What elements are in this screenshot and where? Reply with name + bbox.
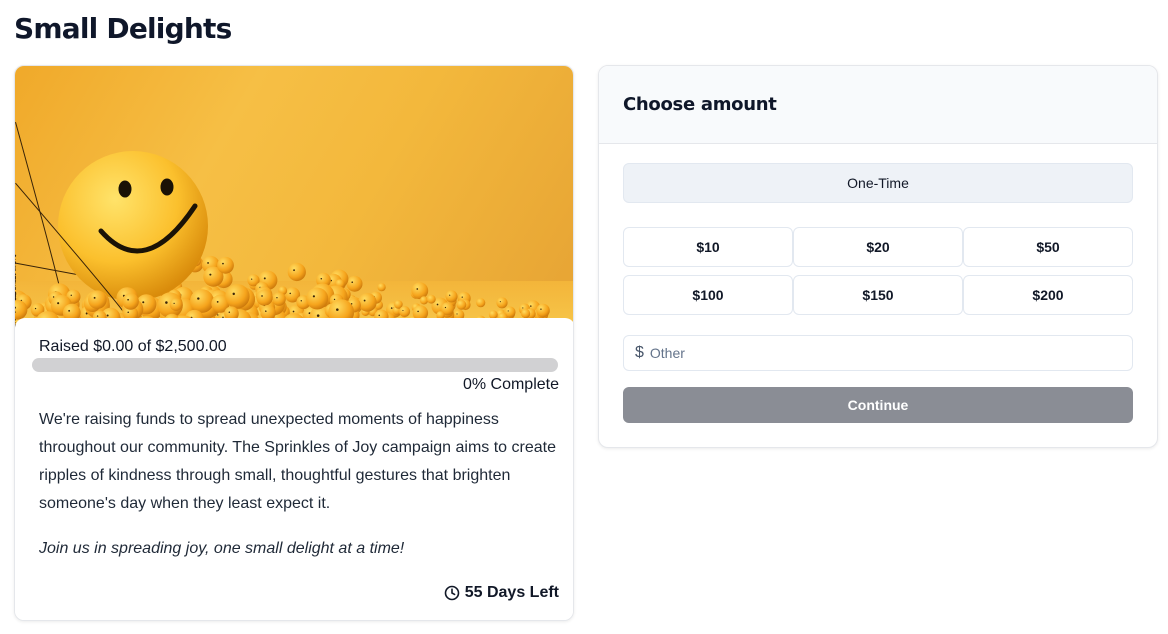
smiley-face-balls-image — [15, 122, 573, 328]
amount-button-20[interactable]: $20 — [793, 227, 963, 267]
days-left-label: 55 Days Left — [464, 584, 559, 601]
amount-button-200[interactable]: $200 — [963, 275, 1133, 315]
amount-button-100[interactable]: $100 — [623, 275, 793, 315]
other-amount-field[interactable]: $ — [623, 335, 1133, 371]
raised-amount: Raised $0.00 of $2,500.00 — [39, 338, 227, 355]
progress-bar — [32, 358, 558, 372]
amount-options: $10 $20 $50 $100 $150 $200 — [623, 227, 1133, 315]
campaign-description: We're raising funds to spread unexpected… — [39, 411, 556, 512]
campaign-tagline: Join us in spreading joy, one small deli… — [39, 540, 405, 557]
panel-header: Choose amount — [599, 66, 1157, 144]
days-left: 55 Days Left — [444, 584, 559, 602]
one-time-tab[interactable]: One-Time — [623, 163, 1133, 203]
campaign-image — [15, 66, 573, 328]
dollar-sign: $ — [635, 344, 644, 361]
page-title: Small Delights — [14, 12, 232, 45]
choose-amount-title: Choose amount — [623, 94, 777, 115]
donation-panel: Choose amount One-Time $10 $20 $50 $100 … — [598, 65, 1158, 448]
percent-complete: 0% Complete — [462, 376, 559, 393]
other-amount-input[interactable] — [649, 345, 1110, 361]
campaign-card: Raised $0.00 of $2,500.00 0% Complete We… — [14, 65, 574, 621]
amount-button-50[interactable]: $50 — [963, 227, 1133, 267]
amount-button-150[interactable]: $150 — [793, 275, 963, 315]
continue-button[interactable]: Continue — [623, 387, 1133, 423]
clock-icon — [444, 585, 460, 601]
campaign-details: Raised $0.00 of $2,500.00 0% Complete We… — [15, 318, 573, 620]
amount-button-10[interactable]: $10 — [623, 227, 793, 267]
